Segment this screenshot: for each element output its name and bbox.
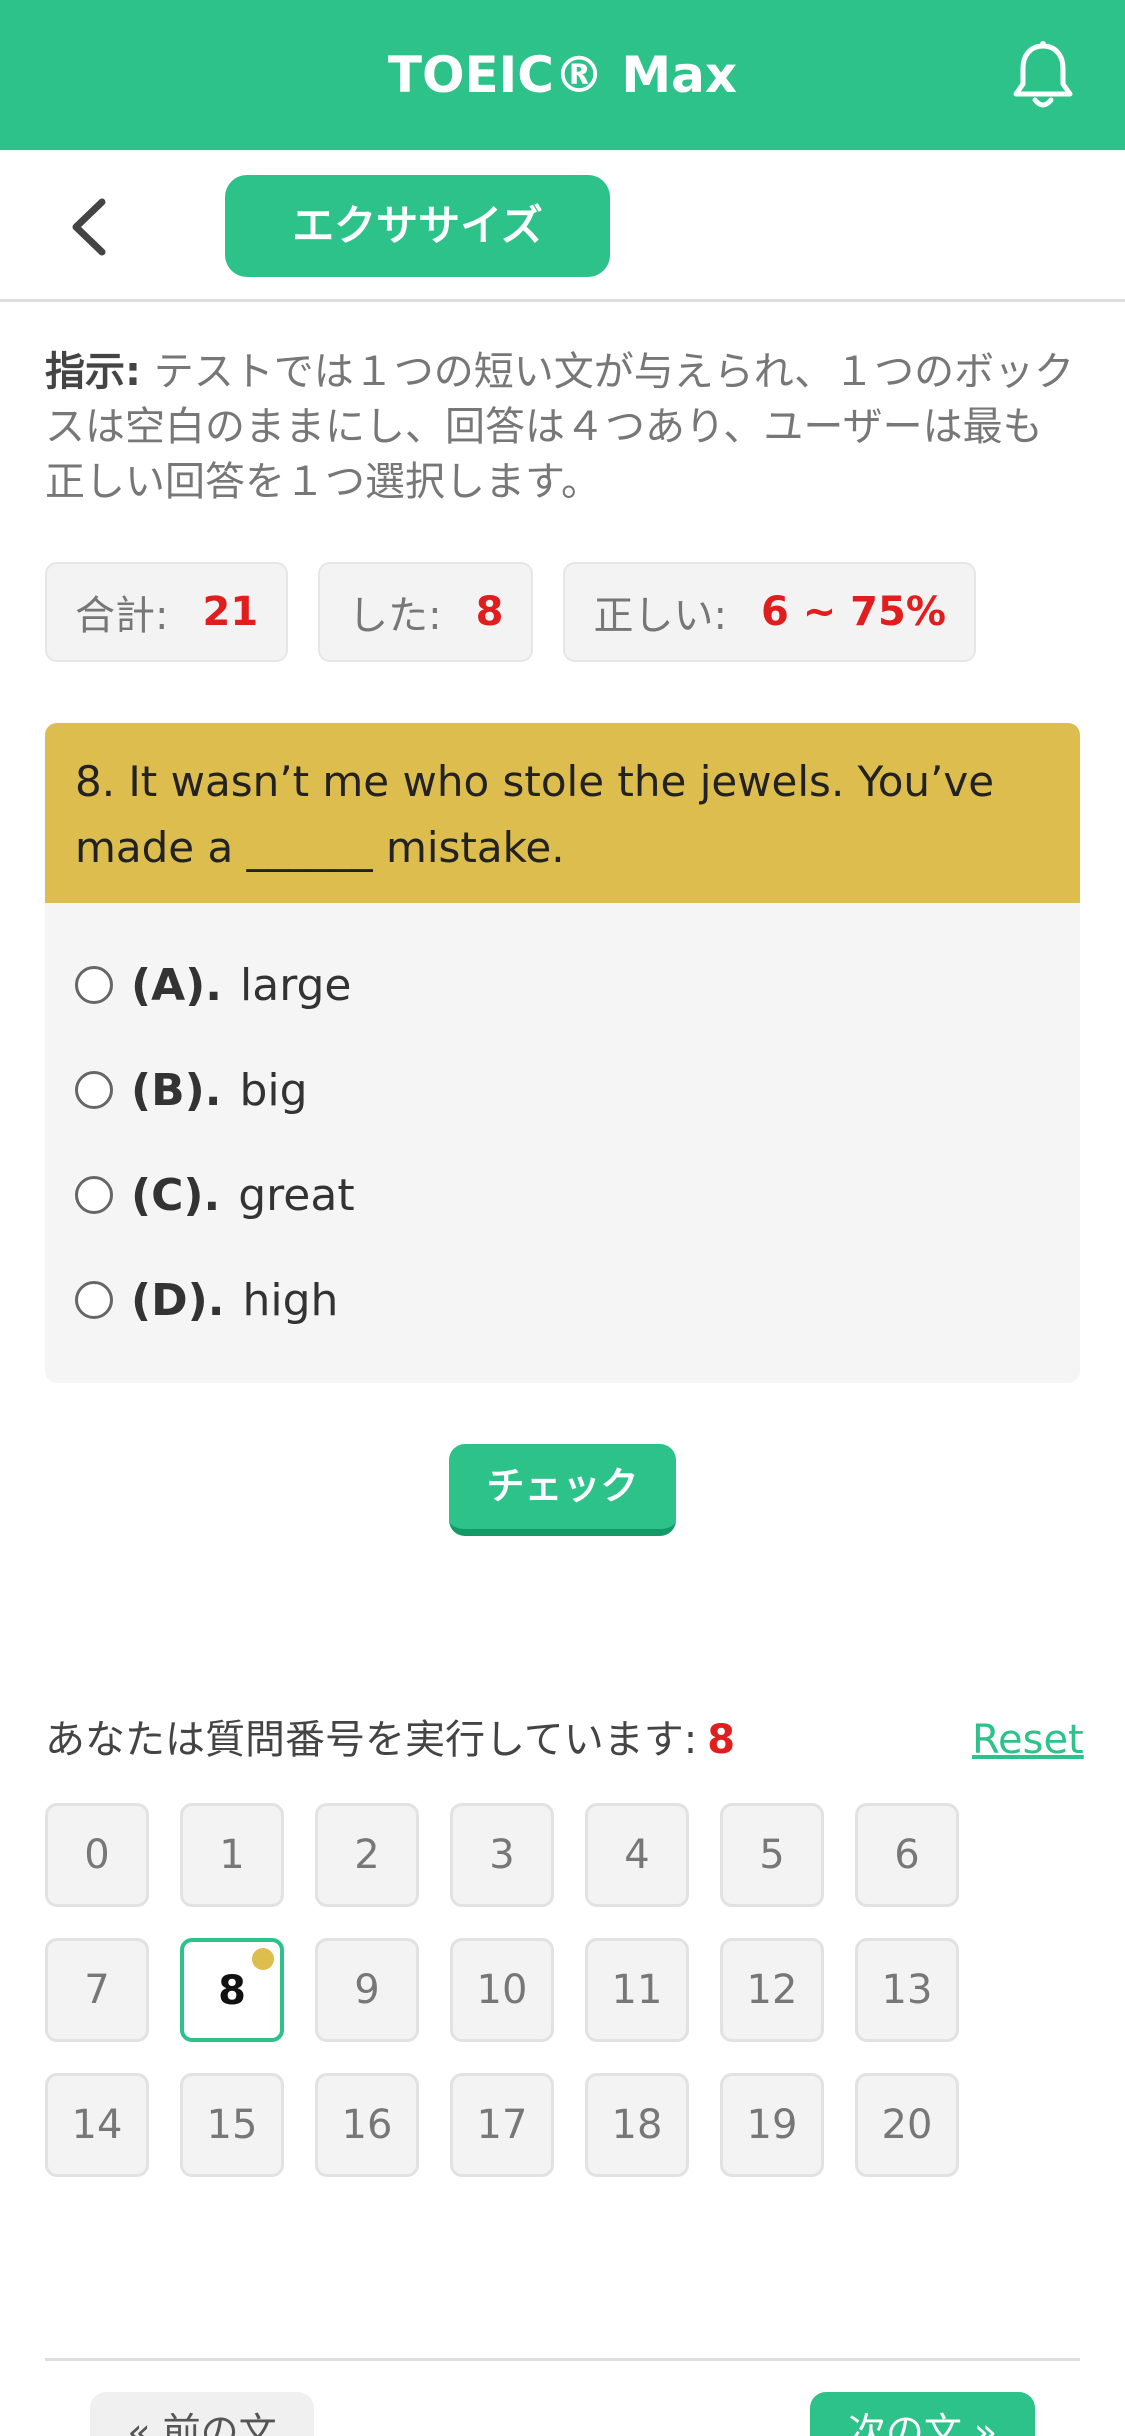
question-number-button[interactable]: 14 (45, 2073, 149, 2177)
current-marker-dot (252, 1948, 274, 1970)
tab-exercise[interactable]: エクササイズ (225, 175, 610, 277)
question-number-button[interactable]: 2 (315, 1803, 419, 1907)
stats-bar: 合計: 21 した: 8 正しい: 6 ~ 75% (45, 562, 976, 662)
option-b[interactable]: (B). big (75, 1055, 308, 1125)
question-number-button[interactable]: 10 (450, 1938, 554, 2042)
question-number-button[interactable]: 0 (45, 1803, 149, 1907)
question-number-label: 8 (218, 1968, 246, 2014)
app-header: TOEIC® Max (0, 0, 1125, 150)
option-text: large (240, 959, 352, 1011)
question-text: 8. It wasn’t me who stole the jewels. Yo… (45, 723, 1080, 903)
question-number-button[interactable]: 11 (585, 1938, 689, 2042)
question-number-button[interactable]: 20 (855, 2073, 959, 2177)
option-a[interactable]: (A). large (75, 950, 352, 1020)
stat-total: 合計: 21 (45, 562, 289, 662)
stat-total-value: 21 (202, 589, 259, 635)
question-card: 8. It wasn’t me who stole the jewels. Yo… (45, 723, 1080, 1383)
stat-done: した: 8 (318, 562, 534, 662)
option-letter: (D). (131, 1274, 225, 1326)
option-text: high (242, 1274, 339, 1326)
radio-icon[interactable] (75, 1281, 113, 1319)
option-text: great (238, 1169, 355, 1221)
radio-icon[interactable] (75, 1176, 113, 1214)
bell-icon[interactable] (1008, 38, 1078, 112)
question-number-button[interactable]: 5 (720, 1803, 824, 1907)
option-text: big (239, 1064, 308, 1116)
stat-correct-label: 正しい: (593, 593, 727, 639)
progress-status: あなたは質問番号を実行しています: 8 (45, 1710, 735, 1770)
question-number-button[interactable]: 17 (450, 2073, 554, 2177)
question-number-button[interactable]: 4 (585, 1803, 689, 1907)
divider (45, 2358, 1080, 2361)
stat-correct-value: 6 ~ 75% (760, 589, 946, 635)
chevron-left-icon[interactable] (60, 192, 120, 262)
question-number-button[interactable]: 3 (450, 1803, 554, 1907)
check-button[interactable]: チェック (449, 1444, 676, 1536)
option-c[interactable]: (C). great (75, 1160, 355, 1230)
option-letter: (B). (131, 1064, 222, 1116)
question-number-button[interactable]: 15 (180, 2073, 284, 2177)
question-number-button-current[interactable]: 8 (180, 1938, 284, 2042)
question-number-button[interactable]: 12 (720, 1938, 824, 2042)
stat-total-label: 合計: (75, 593, 169, 639)
radio-icon[interactable] (75, 966, 113, 1004)
radio-icon[interactable] (75, 1071, 113, 1109)
question-number-button[interactable]: 7 (45, 1938, 149, 2042)
stat-done-value: 8 (475, 589, 504, 635)
question-number-button[interactable]: 6 (855, 1803, 959, 1907)
question-number-button[interactable]: 9 (315, 1938, 419, 2042)
question-number-button[interactable]: 19 (720, 2073, 824, 2177)
app-title: TOEIC® Max (387, 46, 738, 104)
instructions-text: テストでは１つの短い文が与えられ、１つのボックスは空白のままにし、回答は４つあり… (45, 349, 1075, 505)
question-number-button[interactable]: 16 (315, 2073, 419, 2177)
question-number-button[interactable]: 1 (180, 1803, 284, 1907)
question-number-button[interactable]: 18 (585, 2073, 689, 2177)
question-number-button[interactable]: 13 (855, 1938, 959, 2042)
stat-correct: 正しい: 6 ~ 75% (563, 562, 976, 662)
toolbar: エクササイズ (0, 150, 1125, 302)
option-letter: (A). (131, 959, 222, 1011)
current-question-number: 8 (707, 1717, 736, 1763)
next-sentence-button[interactable]: 次の文 » (810, 2392, 1035, 2436)
progress-label: あなたは質問番号を実行しています: (45, 1717, 698, 1763)
prev-sentence-button[interactable]: « 前の文 (90, 2392, 314, 2436)
instructions: 指示: テストでは１つの短い文が与えられ、１つのボックスは空白のままにし、回答は… (45, 345, 1080, 510)
stat-done-label: した: (348, 593, 442, 639)
option-d[interactable]: (D). high (75, 1265, 338, 1335)
reset-link[interactable]: Reset (972, 1710, 1084, 1770)
question-number-grid: 0 1 2 3 4 5 6 7 8 9 10 11 12 13 14 15 16… (45, 1803, 1045, 2177)
option-letter: (C). (131, 1169, 221, 1221)
instructions-label: 指示: (45, 349, 141, 395)
